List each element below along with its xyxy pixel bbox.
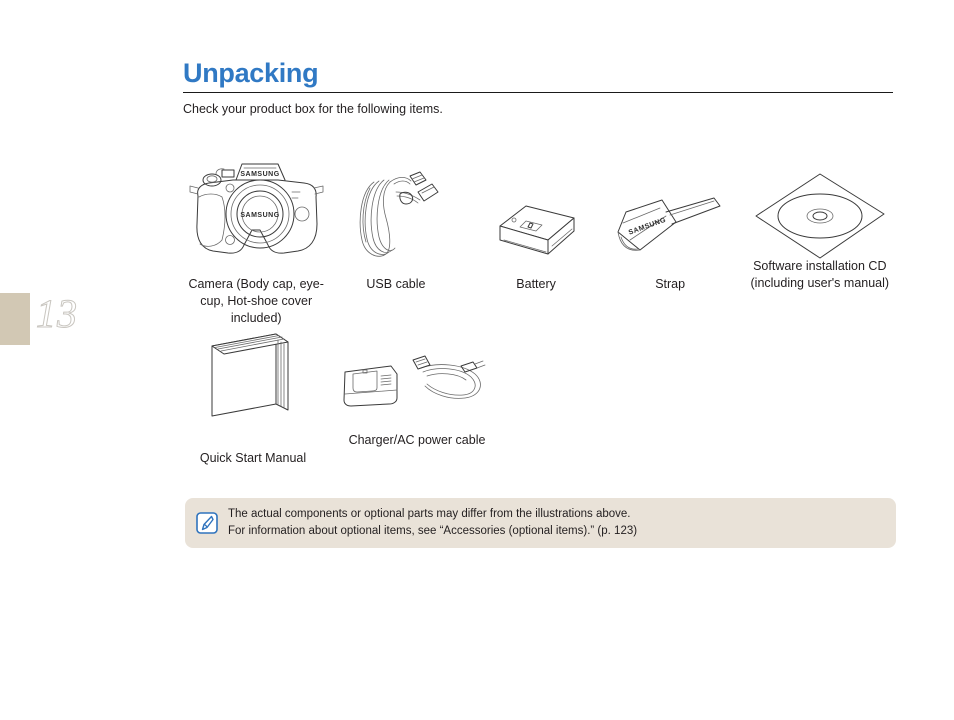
package-items-row-two: Quick Start Manual Charger/AC power cabl… [183,328,543,467]
note-line-1: The actual components or optional parts … [228,508,631,520]
manual-book-illustration [198,328,308,428]
package-item-strap: SAMSUNG Strap [608,150,733,293]
package-item-caption: USB cable [366,277,426,291]
package-item-caption: Software installation CD (including user… [750,259,890,290]
strap-illustration: SAMSUNG [610,150,730,268]
content-column: Unpacking Check your product box for the… [183,0,893,117]
svg-text:SAMSUNG: SAMSUNG [241,212,280,219]
package-item-software-cd: Software installation CD (including user… [747,150,893,292]
package-item-charger-ac-cable: Charger/AC power cable [333,328,501,449]
package-items-row-one: SAMSUNG SAMSUNG Camera (Body cap, eye-cu… [183,150,893,327]
note-pen-icon [196,512,218,534]
camera-illustration: SAMSUNG SAMSUNG [186,150,326,268]
cd-illustration [750,150,890,268]
note-text: The actual components or optional parts … [228,506,637,540]
battery-illustration [486,150,586,268]
note-line-2: For information about optional items, se… [228,525,638,537]
note-callout-box: The actual components or optional parts … [185,498,896,548]
page-title: Unpacking [183,58,319,88]
package-item-caption: Strap [655,277,686,291]
package-item-caption: Quick Start Manual [199,451,307,465]
title-divider [183,92,893,93]
page-marker: 13 [0,291,110,345]
page-subtitle: Check your product box for the following… [183,102,443,116]
usb-cable-illustration [348,150,444,268]
package-item-battery: Battery [479,150,594,293]
margin-color-block [0,293,30,345]
svg-text:SAMSUNG: SAMSUNG [241,171,280,178]
package-item-quick-start-manual: Quick Start Manual [183,328,323,467]
charger-ac-cable-illustration [337,328,497,428]
package-item-camera: SAMSUNG SAMSUNG Camera (Body cap, eye-cu… [183,150,329,327]
package-item-caption: Camera (Body cap, eye-cup, Hot-shoe cove… [188,277,324,325]
page-number: 13 [36,291,78,337]
package-item-usb-cable: USB cable [337,150,454,293]
package-item-caption: Charger/AC power cable [348,433,486,447]
package-item-caption: Battery [516,277,556,291]
